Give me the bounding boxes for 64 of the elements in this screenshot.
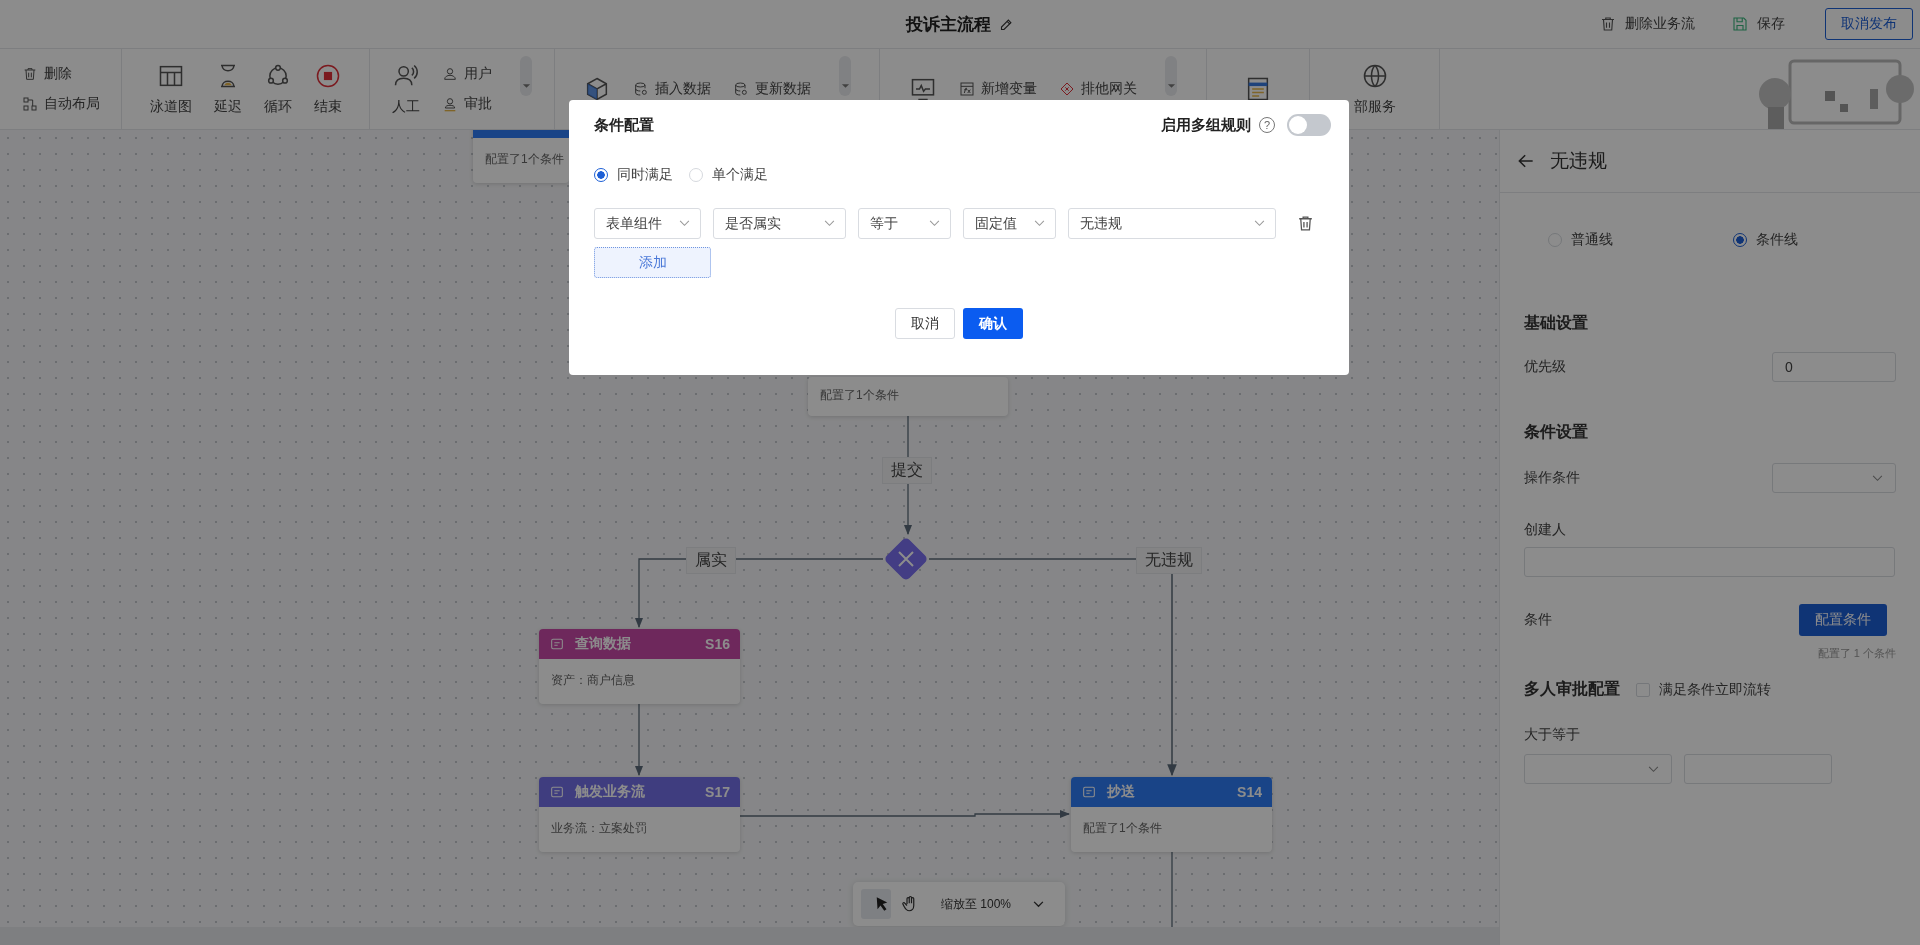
field-label: 大于等于 [1524,726,1581,744]
edge-label[interactable]: 属实 [686,547,736,574]
node-code: S14 [1237,784,1262,800]
rule-dropdown[interactable]: 固定值 [963,208,1056,239]
flow-node[interactable]: 触发业务流 S17 业务流：立案处罚 [539,777,740,852]
flow-node[interactable]: 配置了1个条件 [808,377,1008,416]
cancel-button[interactable]: 取消 [895,308,955,339]
rule-dropdown[interactable]: 等于 [858,208,951,239]
section-heading: 多人审批配置 [1524,679,1620,699]
header-action-button[interactable]: 保存 [1731,15,1785,33]
unpublish-button[interactable]: 取消发布 [1825,8,1913,40]
rule-dropdown[interactable]: 是否属实 [713,208,846,239]
toolbar-button[interactable]: 新增变量 [959,80,1037,98]
field-label: 条件 [1524,611,1552,629]
node-description: 业务流：立案处罚 [551,821,647,835]
node-description: 配置了1个条件 [820,388,899,402]
radio-option[interactable]: 同时满足 [594,166,673,184]
panel-title: 无违规 [1550,149,1607,173]
toolbar-button[interactable]: 插入数据 [633,80,711,98]
rule-dropdown[interactable]: 表单组件 [594,208,701,239]
header-action-button[interactable]: 删除业务流 [1599,15,1695,33]
section-heading: 条件设置 [1524,422,1589,442]
toolbar-button[interactable]: 泳道图 [149,62,192,116]
node-code: S17 [705,784,730,800]
configure-button[interactable]: 配置条件 [1799,604,1887,636]
section-heading: 基础设置 [1524,313,1589,333]
zoom-dropdown[interactable]: 缩放至 100% [941,895,1045,913]
toolbar-button[interactable]: 自动布局 [21,95,100,113]
node-code: S16 [705,636,730,652]
toolbar-button[interactable]: 用户 [442,65,492,83]
multi-rule-label: 启用多组规则 [1161,115,1251,135]
toolbar-button[interactable]: 删除 [21,65,100,83]
node-title: 查询数据 [575,635,631,653]
node-description: 资产：商户信息 [551,673,635,687]
toolbar-button[interactable]: 人工 [392,62,420,116]
edge-label[interactable]: 提交 [882,457,932,484]
field-label: 创建人 [1524,521,1567,539]
node-description: 配置了1个条件 [485,152,564,166]
flow-node[interactable]: 抄送 S14 配置了1个条件 [1071,777,1272,852]
toolbar-button[interactable]: 排他网关 [1059,80,1137,98]
checkbox-option[interactable]: 满足条件立即流转 [1636,680,1771,699]
radio-option[interactable]: 单个满足 [689,166,768,184]
radio-option[interactable]: 普通线 [1548,227,1613,253]
toolbar-button[interactable]: 循环 [263,62,292,116]
toolbar-button[interactable]: 更新数据 [733,80,811,98]
dialog-title: 条件配置 [594,115,654,135]
field-label: 优先级 [1524,358,1566,376]
edge-label[interactable]: 无违规 [1136,547,1202,574]
flow-node[interactable]: 查询数据 S16 资产：商户信息 [539,629,740,704]
flow-title: 投诉主流程 [906,13,991,36]
add-button[interactable]: 添加 [594,247,711,278]
priority-field[interactable]: 0 [1772,352,1896,382]
flow-node[interactable]: 配置了1个条件 [473,130,569,183]
node-description: 配置了1个条件 [1083,821,1162,835]
toolbar-button[interactable]: 结束 [313,62,342,116]
confirm-button[interactable]: 确认 [963,308,1023,339]
field-label: 操作条件 [1524,469,1580,487]
toolbar-button[interactable]: 部服务 [1353,62,1396,116]
radio-option[interactable]: 条件线 [1733,227,1798,253]
node-title: 抄送 [1107,783,1135,801]
toolbar-button[interactable]: 延迟 [213,62,242,116]
toolbar-button[interactable]: 审批 [442,95,492,113]
node-title: 触发业务流 [575,783,645,801]
rule-dropdown[interactable]: 无违规 [1068,208,1276,239]
